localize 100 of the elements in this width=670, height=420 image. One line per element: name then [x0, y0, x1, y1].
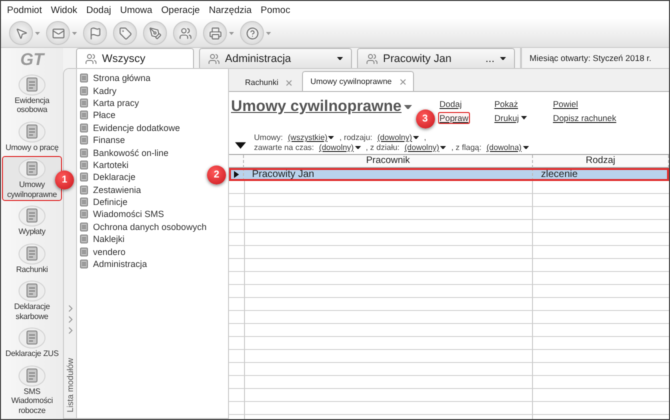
action-link[interactable]: Dopisz rachunek: [550, 112, 618, 124]
tab-label: Wszyscy: [102, 52, 146, 64]
sidebar-item[interactable]: Deklaracje ZUS: [2, 325, 62, 360]
module-item[interactable]: Kadry: [79, 84, 117, 97]
filter-link[interactable]: (dowolna): [486, 143, 529, 152]
module-item[interactable]: Wiadomości SMS: [79, 208, 164, 221]
document-icon: [79, 73, 89, 84]
users-icon: [178, 26, 192, 40]
tab-label: Administracja: [225, 52, 292, 64]
document-icon: [79, 172, 89, 182]
sidebar-item[interactable]: Umowy o pracę: [2, 118, 62, 154]
menu-item[interactable]: Podmiot: [7, 4, 42, 16]
profile-tab[interactable]: Administracja: [199, 48, 352, 68]
profile-tab[interactable]: Wszyscy: [76, 48, 194, 68]
module-item[interactable]: Ewidencje dodatkowe: [79, 122, 180, 134]
pen-icon: [148, 26, 162, 40]
menu-item[interactable]: Widok: [50, 4, 78, 16]
toolbar-button[interactable]: [9, 21, 40, 45]
pointer-icon: [14, 26, 28, 40]
document-icon: [18, 158, 46, 180]
toolbar-button[interactable]: [240, 21, 271, 45]
close-icon[interactable]: [286, 80, 292, 86]
column-header[interactable]: Rodzaj: [533, 155, 669, 168]
module-item[interactable]: Kartoteki: [79, 158, 129, 172]
module-item[interactable]: Finanse: [79, 134, 126, 146]
document-icon: [79, 148, 89, 158]
toolbar-button[interactable]: [173, 21, 197, 45]
document-icon: [79, 197, 89, 208]
step-badge: 3: [416, 109, 435, 128]
module-item[interactable]: Strona główna: [79, 72, 151, 84]
document-icon: [79, 234, 89, 244]
document-icon: [18, 327, 46, 349]
menu-item[interactable]: Operacje: [161, 4, 200, 16]
caret-icon: [229, 32, 234, 34]
document-tab[interactable]: Umowy cywilnoprawne: [302, 71, 414, 91]
caret-icon: [413, 136, 420, 140]
document-icon: [79, 209, 89, 220]
caret-icon: [520, 116, 527, 120]
module-item[interactable]: Płace: [79, 109, 116, 122]
toolbar-button[interactable]: [113, 21, 137, 45]
menu-item[interactable]: Umowa: [120, 4, 152, 16]
filter-link[interactable]: (wszystkie): [288, 133, 334, 142]
ellipsis-text: ...: [485, 52, 494, 64]
flag-icon: [88, 26, 102, 40]
caret-icon: [328, 136, 334, 140]
action-link[interactable]: Pokaż: [492, 98, 520, 110]
sidebar-item[interactable]: Wypłaty: [2, 203, 62, 238]
action-link[interactable]: Dodaj: [438, 98, 464, 110]
document-icon: [18, 364, 46, 386]
module-item[interactable]: Zestawienia: [79, 184, 142, 196]
document-tab[interactable]: Rachunki: [237, 73, 300, 91]
collapse-icon[interactable]: [235, 142, 246, 149]
printer-icon: [208, 26, 222, 40]
filter-label: , z działu:: [366, 143, 400, 152]
toolbar-button[interactable]: [46, 21, 77, 45]
toolbar-button[interactable]: [83, 21, 107, 45]
profile-tab[interactable]: Pracowity Jan ...: [357, 48, 514, 68]
document-icon: [79, 98, 89, 108]
document-icon: [18, 74, 46, 96]
page-title[interactable]: Umowy cywilnoprawne: [231, 98, 412, 116]
users-icon: [85, 52, 97, 64]
filter-link[interactable]: (dowolny): [377, 133, 420, 142]
caret-icon: [35, 32, 40, 34]
document-icon: [79, 160, 89, 170]
module-list-label: Lista modułów: [65, 358, 75, 412]
module-item[interactable]: Naklejki: [79, 233, 125, 246]
sidebar-item[interactable]: Rachunki: [2, 240, 62, 276]
filter-link[interactable]: (dowolny): [319, 143, 361, 152]
caret-icon: [354, 146, 361, 150]
module-item[interactable]: Bankowość on-line: [79, 146, 169, 159]
tab-label: Pracowity Jan: [383, 52, 452, 64]
module-item[interactable]: Definicje: [79, 196, 128, 208]
row-pointer-icon: [234, 171, 238, 178]
table-row[interactable]: Pracowity Jan zlecenie: [229, 168, 669, 181]
module-item[interactable]: Ochrona danych osobowych: [79, 220, 207, 234]
tag-icon: [118, 26, 132, 40]
sidebar-item[interactable]: Umowy cywilnoprawne: [2, 156, 62, 201]
close-icon[interactable]: [400, 78, 406, 84]
module-item[interactable]: vendero: [79, 245, 126, 258]
toolbar-button[interactable]: [203, 21, 234, 45]
filter-link[interactable]: (dowolny): [404, 143, 446, 152]
caret-icon: [500, 56, 506, 60]
menu-item[interactable]: Dodaj: [86, 4, 112, 16]
module-item[interactable]: Karta pracy: [79, 96, 140, 110]
module-item[interactable]: Deklaracje: [79, 171, 136, 184]
users-icon: [366, 52, 378, 64]
document-icon: [79, 246, 89, 257]
action-link[interactable]: Drukuj: [492, 112, 529, 124]
sidebar-item[interactable]: Deklaracje skarbowe: [2, 278, 62, 323]
action-link[interactable]: Powiel: [550, 98, 580, 110]
sidebar-item[interactable]: Ewidencja osobowa: [2, 72, 62, 116]
module-item[interactable]: Administracja: [79, 258, 148, 270]
column-header[interactable]: Pracownik: [244, 155, 533, 168]
action-link[interactable]: Popraw: [438, 112, 470, 124]
toolbar-button[interactable]: [143, 21, 167, 45]
menu-item[interactable]: Pomoc: [260, 4, 290, 16]
caret-icon: [404, 104, 412, 110]
menu-item[interactable]: Narzędzia: [208, 4, 252, 16]
filter-label: ,: [424, 133, 426, 142]
sidebar-item[interactable]: SMS Wiadomości robocze: [2, 362, 62, 417]
